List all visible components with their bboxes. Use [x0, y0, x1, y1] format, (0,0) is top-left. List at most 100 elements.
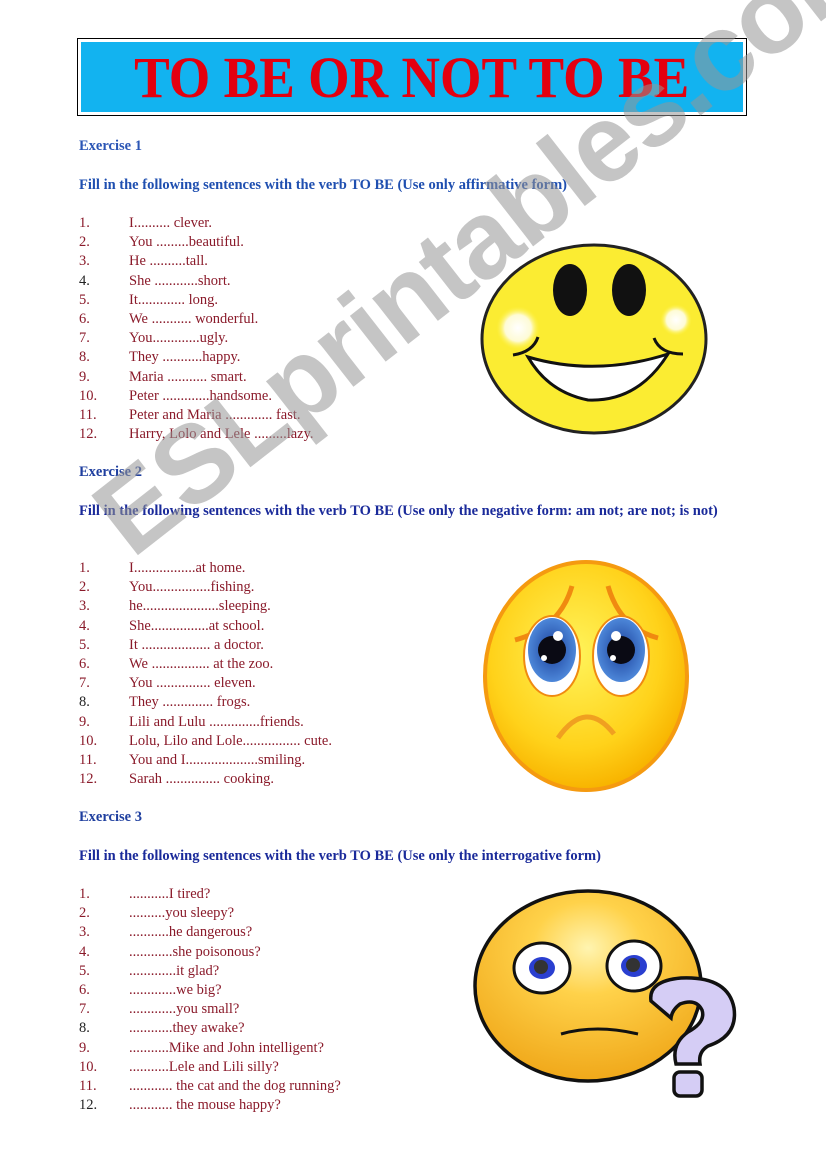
item-number: 1. [79, 560, 90, 576]
item-number: 7. [79, 1001, 90, 1018]
right-eye-icon [612, 264, 646, 316]
list-item: 10. Peter .............handsome. [79, 387, 314, 406]
left-eye-icon [553, 264, 587, 316]
list-item: 1. I.......... clever. [79, 214, 314, 233]
eye-sparkle [611, 631, 621, 641]
item-sentence: .............you small? [129, 1001, 240, 1018]
item-number: 3. [79, 598, 90, 615]
list-item: 11. Peter and Maria ............. fast. [79, 406, 314, 425]
eye-sparkle [610, 655, 616, 661]
item-number: 5. [79, 636, 90, 653]
list-item: 3. He ..........tall. [79, 252, 314, 271]
list-item: 9. ...........Mike and John intelligent? [79, 1039, 341, 1058]
list-item: 10. Lolu, Lilo and Lole................ c… [79, 732, 332, 751]
item-number: 12. [79, 426, 98, 443]
item-sentence: ..........you sleepy? [129, 905, 235, 922]
item-number: 7. [79, 675, 90, 692]
list-item: 2. You .........beautiful. [79, 233, 314, 252]
item-sentence: They ...........happy. [129, 349, 241, 366]
title-banner-fill: TO BE OR NOT TO BE [81, 42, 743, 112]
item-number: 3. [79, 924, 90, 941]
list-item: 4. She................at school. [79, 617, 332, 636]
exercise-3-instruction: Fill in the following sentences with the… [79, 848, 601, 864]
list-item: 8. They ...........happy. [79, 348, 314, 367]
item-sentence: he.....................sleeping. [129, 598, 271, 615]
exercise-2-list: 1. I.................at home. 2. You......… [79, 559, 332, 789]
exercise-1-instruction: Fill in the following sentences with the… [79, 177, 567, 193]
list-item: 12. ............ the mouse happy? [79, 1096, 341, 1115]
item-number: 2. [79, 234, 90, 251]
item-sentence: Peter .............handsome. [129, 387, 272, 404]
item-sentence: I.................at home. [129, 560, 246, 576]
item-number: 8. [79, 1020, 90, 1037]
item-number: 9. [79, 368, 90, 385]
question-mark-dot [672, 1070, 704, 1098]
list-item: 7. You.............ugly. [79, 329, 314, 348]
item-sentence: ...........Mike and John intelligent? [129, 1039, 324, 1056]
eye-sparkle [541, 655, 547, 661]
item-number: 9. [79, 1039, 90, 1056]
item-number: 5. [79, 291, 90, 308]
exercise-1-list: 1. I.......... clever. 2. You .........bea… [79, 214, 314, 444]
list-item: 8. They .............. frogs. [79, 693, 332, 712]
list-item: 9. Lili and Lulu ..............friends. [79, 713, 332, 732]
exercise-3-heading: Exercise 3 [79, 809, 142, 825]
item-sentence: You................fishing. [129, 579, 255, 596]
list-item: 2. You................fishing. [79, 578, 332, 597]
item-sentence: ...........he dangerous? [129, 924, 253, 941]
list-item: 3. he.....................sleeping. [79, 597, 332, 616]
list-item: 4. She ............short. [79, 272, 314, 291]
list-item: 5. It ................... a doctor. [79, 636, 332, 655]
item-sentence: Sarah ............... cooking. [129, 771, 274, 788]
item-sentence: You and I....................smiling. [129, 751, 306, 768]
page-title: TO BE OR NOT TO BE [134, 44, 690, 110]
item-number: 6. [79, 981, 90, 998]
item-number: 5. [79, 962, 90, 979]
exercise-2-instruction: Fill in the following sentences with the… [79, 503, 718, 519]
title-banner: TO BE OR NOT TO BE [77, 38, 747, 116]
list-item: 6. We ................ at the zoo. [79, 655, 332, 674]
item-sentence: She ............short. [129, 272, 231, 289]
item-number: 6. [79, 655, 90, 672]
item-number: 2. [79, 905, 90, 922]
list-item: 5. .............it glad? [79, 962, 341, 981]
item-sentence: ...........I tired? [129, 886, 211, 902]
list-item: 11. ............ the cat and the dog runn… [79, 1077, 341, 1096]
list-item: 8. ............they awake? [79, 1019, 341, 1038]
item-sentence: ............ the cat and the dog running… [129, 1077, 341, 1094]
face-circle [483, 560, 689, 792]
list-item: 1. ...........I tired? [79, 885, 341, 904]
exercise-3-list: 1. ...........I tired? 2. ..........you sl… [79, 885, 341, 1115]
item-sentence: Harry, Lolo and Lele .........lazy. [129, 426, 314, 443]
item-sentence: Maria ........... smart. [129, 368, 247, 385]
item-sentence: .............we big? [129, 981, 222, 998]
item-number: 12. [79, 1097, 98, 1114]
item-number: 4. [79, 272, 90, 289]
list-item: 7. You ............... eleven. [79, 674, 332, 693]
item-sentence: You ............... eleven. [129, 675, 256, 692]
sad-face-image [483, 560, 689, 792]
item-number: 4. [79, 617, 90, 634]
list-item: 6. We ........... wonderful. [79, 310, 314, 329]
item-sentence: It ................... a doctor. [129, 636, 264, 653]
list-item: 2. ..........you sleepy? [79, 904, 341, 923]
item-number: 8. [79, 349, 90, 366]
item-number: 6. [79, 310, 90, 327]
item-sentence: Lolu, Lilo and Lole................ cute… [129, 732, 332, 749]
item-number: 4. [79, 943, 90, 960]
item-sentence: I.......... clever. [129, 215, 212, 231]
list-item: 5. It............. long. [79, 291, 314, 310]
list-item: 10. ...........Lele and Lili silly? [79, 1058, 341, 1077]
item-number: 11. [79, 1077, 97, 1094]
item-number: 2. [79, 579, 90, 596]
list-item: 12. Harry, Lolo and Lele .........lazy. [79, 425, 314, 444]
left-pupil [534, 960, 548, 974]
item-number: 10. [79, 1058, 98, 1075]
item-number: 12. [79, 771, 98, 788]
item-number: 9. [79, 713, 90, 730]
list-item: 11. You and I....................smiling. [79, 751, 332, 770]
list-item: 4. ............she poisonous? [79, 943, 341, 962]
item-number: 8. [79, 694, 90, 711]
item-number: 1. [79, 215, 90, 231]
eye-sparkle [553, 631, 563, 641]
